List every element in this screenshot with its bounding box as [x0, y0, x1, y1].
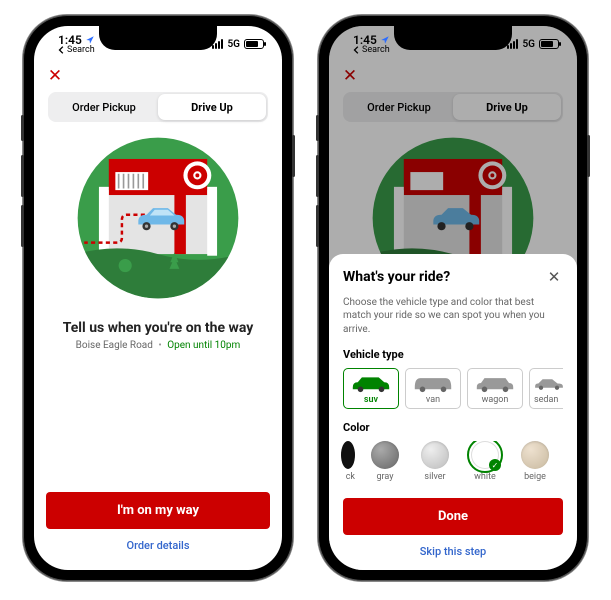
location-icon — [380, 35, 390, 45]
vehicle-van[interactable]: van — [405, 368, 461, 409]
drive-up-illustration — [34, 136, 282, 300]
store-info: Boise Eagle Road • Open until 10pm — [34, 340, 282, 351]
store-hours: Open until 10pm — [167, 340, 240, 351]
color-row: ck gray silver ✓ white — [329, 441, 563, 482]
tab-drive-up[interactable]: Drive Up — [158, 94, 266, 120]
location-icon — [85, 35, 95, 45]
store-name: Boise Eagle Road — [76, 340, 153, 351]
color-label: Color — [343, 421, 563, 434]
check-icon: ✓ — [489, 459, 501, 471]
close-icon[interactable]: ✕ — [545, 268, 563, 286]
vehicle-sedan[interactable]: sedan — [529, 368, 563, 409]
back-to-search[interactable]: Search — [58, 46, 95, 55]
done-button[interactable]: Done — [343, 498, 563, 535]
sheet-title: What's your ride? — [343, 269, 450, 285]
skip-step-link[interactable]: Skip this step — [343, 535, 563, 558]
phone-right: 1:45 Search 5G ✕ Order P — [318, 15, 588, 581]
pickup-mode-tabs: Order Pickup Drive Up — [48, 92, 268, 122]
network-label: 5G — [227, 39, 240, 50]
status-time: 1:45 — [58, 34, 82, 46]
vehicle-type-label: Vehicle type — [343, 348, 563, 361]
sheet-description: Choose the vehicle type and color that b… — [343, 296, 563, 337]
battery-icon — [244, 39, 264, 49]
headline: Tell us when you're on the way — [34, 320, 282, 336]
ride-sheet: What's your ride? ✕ Choose the vehicle t… — [329, 254, 577, 571]
vehicle-suv[interactable]: suv — [343, 368, 399, 409]
battery-icon — [539, 39, 559, 49]
color-gray[interactable]: gray — [365, 441, 405, 482]
color-silver[interactable]: silver — [415, 441, 455, 482]
on-my-way-button[interactable]: I'm on my way — [46, 492, 270, 529]
tab-order-pickup[interactable]: Order Pickup — [50, 94, 158, 120]
color-white[interactable]: ✓ white — [465, 441, 505, 482]
order-details-link[interactable]: Order details — [46, 529, 270, 556]
phone-left: 1:45 Search 5G ✕ Order Pickup Drive Up — [23, 15, 293, 581]
vehicle-type-row: suv van wagon sedan — [343, 368, 563, 409]
notch — [394, 26, 512, 50]
color-beige[interactable]: beige — [515, 441, 555, 482]
network-label: 5G — [522, 39, 535, 50]
status-time: 1:45 — [353, 34, 377, 46]
close-icon[interactable]: ✕ — [44, 65, 66, 87]
app-header: ✕ — [34, 62, 282, 90]
color-black[interactable]: ck — [331, 441, 355, 482]
notch — [99, 26, 217, 50]
vehicle-wagon[interactable]: wagon — [467, 368, 523, 409]
back-to-search[interactable]: Search — [353, 46, 390, 55]
